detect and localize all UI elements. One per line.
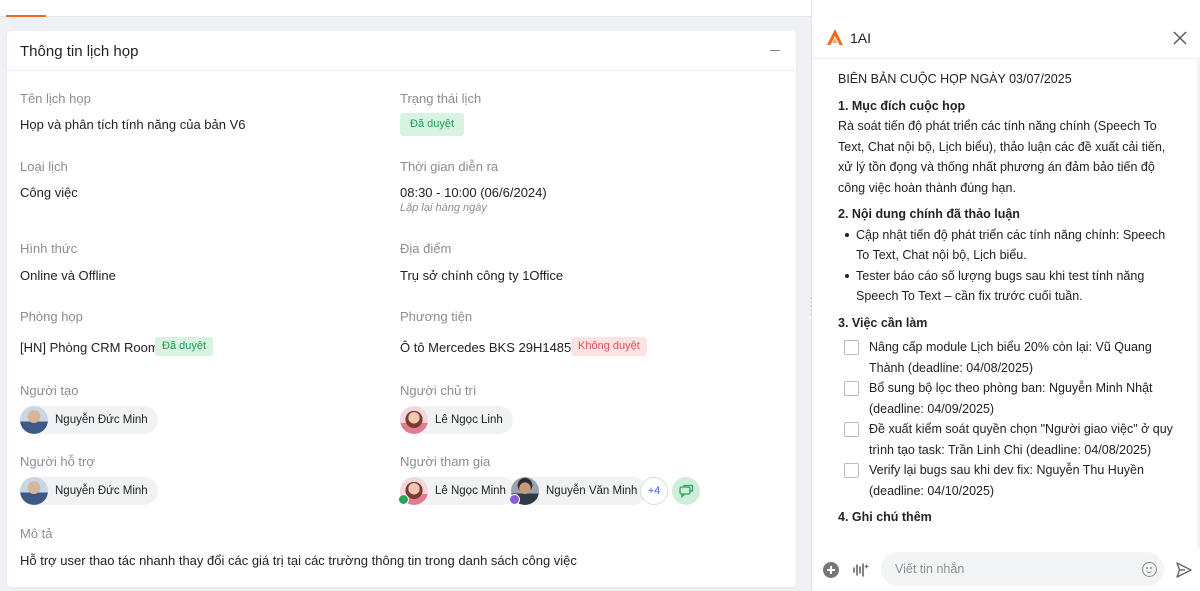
vehicle-status-badge: Không duyệt	[571, 337, 647, 356]
list-item: Tester báo cáo số lượng bugs sau khi tes…	[845, 266, 1178, 307]
todo-text: Đề xuất kiểm soát quyền chọn "Người giao…	[869, 422, 1173, 457]
todo-text: Bổ sung bộ lọc theo phòng ban: Nguyễn Mi…	[869, 381, 1153, 416]
section-title: 3. Việc cần làm	[838, 315, 928, 330]
person-name: Lê Ngọc Linh	[435, 414, 503, 426]
emoji-icon[interactable]	[1142, 562, 1157, 577]
repeat-note: Lặp lại hàng ngày	[400, 202, 487, 214]
avatar	[400, 406, 428, 434]
meeting-minutes: BIÊN BẢN CUỘC HỌP NGÀY 03/07/2025 1. Mục…	[838, 69, 1178, 528]
todo-checkbox[interactable]	[844, 381, 859, 396]
field-label-phuong-tien: Phương tiện	[400, 309, 473, 324]
todo-checkbox[interactable]	[844, 463, 859, 478]
minutes-title: BIÊN BẢN CUỘC HỌP NGÀY 03/07/2025	[838, 72, 1072, 86]
todo-item: Nâng cấp module Lịch biểu 20% còn lại: V…	[838, 337, 1178, 378]
active-tab-indicator	[6, 15, 46, 17]
field-value-dia-diem: Trụ sở chính công ty 1Office	[400, 268, 564, 283]
todo-checkbox[interactable]	[844, 422, 859, 437]
list-item: Cập nhật tiến độ phát triển các tính năn…	[845, 225, 1178, 266]
message-input[interactable]	[881, 552, 1164, 586]
room-status-badge: Đã duyệt	[155, 337, 214, 356]
field-value-hinh-thuc: Online và Offline	[20, 268, 116, 283]
accepted-status-icon	[398, 494, 409, 505]
section-title: 2. Nội dung chính đã thảo luận	[838, 207, 1020, 221]
discussion-list: Cập nhật tiến độ phát triển các tính năn…	[838, 225, 1178, 307]
section-title: 1. Mục đích cuộc họp	[838, 98, 966, 113]
card-header: Thông tin lịch họp	[7, 31, 796, 71]
todo-item: Đề xuất kiểm soát quyền chọn "Người giao…	[838, 419, 1178, 460]
field-value-thoi-gian: 08:30 - 10:00 (06/6/2024)	[400, 185, 547, 200]
more-participants-button[interactable]: +4	[640, 477, 668, 505]
field-label-trang-thai-lich: Trạng thái lịch	[400, 91, 482, 106]
ai-panel-header: 1AI	[812, 17, 1200, 59]
field-label-nguoi-chu-tri: Người chủ trì	[400, 383, 477, 398]
todo-text: Nâng cấp module Lịch biểu 20% còn lại: V…	[869, 340, 1152, 375]
field-value-mo-ta: Hỗ trợ user thao tác nhanh thay đổi các …	[20, 553, 577, 568]
ai-panel: 1AI BIÊN BẢN CUỘC HỌP NGÀY 03/07/2025 1.…	[812, 17, 1200, 591]
send-icon[interactable]	[1175, 561, 1193, 579]
person-chip-host[interactable]: Lê Ngọc Linh	[400, 406, 513, 434]
top-tab-bar	[0, 0, 811, 17]
meeting-info-card: Thông tin lịch họp Tên lịch họp Họp và p…	[7, 31, 796, 587]
person-chip-support[interactable]: Nguyễn Đức Minh	[20, 477, 158, 505]
field-label-nguoi-ho-tro: Người hỗ trợ	[20, 454, 95, 469]
ai-panel-title: 1AI	[850, 30, 872, 46]
close-icon[interactable]	[1172, 30, 1188, 46]
group-chat-button[interactable]	[672, 477, 700, 505]
pending-status-icon	[509, 494, 520, 505]
field-label-phong-hop: Phòng họp	[20, 309, 83, 324]
field-label-thoi-gian: Thời gian diễn ra	[400, 159, 499, 174]
chat-icon	[679, 484, 694, 499]
message-input-bar	[812, 548, 1200, 591]
collapse-button[interactable]	[770, 50, 780, 51]
1ai-logo-icon	[827, 29, 843, 45]
todo-checkbox[interactable]	[844, 340, 859, 355]
person-chip-creator[interactable]: Nguyễn Đức Minh	[20, 406, 158, 434]
person-name: Nguyễn Văn Minh	[546, 485, 638, 497]
status-badge-approved: Đã duyệt	[400, 113, 465, 136]
top-right-strip	[811, 0, 1200, 17]
field-label-loai-lich: Loại lịch	[20, 159, 68, 174]
section-title: 4. Ghi chú thêm	[838, 510, 932, 524]
field-label-nguoi-tao: Người tạo	[20, 383, 79, 398]
card-title: Thông tin lịch họp	[20, 43, 139, 60]
voice-icon[interactable]	[852, 562, 870, 578]
person-name: Nguyễn Đức Minh	[55, 414, 148, 426]
avatar	[20, 406, 48, 434]
participant-chip[interactable]: Nguyễn Văn Minh	[511, 477, 648, 505]
avatar	[20, 477, 48, 505]
todo-item: Verify lại bugs sau khi dev fix: Nguyễn …	[838, 460, 1178, 501]
field-value-ten-lich-hop: Họp và phân tích tính năng của bản V6	[20, 117, 246, 132]
todo-text: Verify lại bugs sau khi dev fix: Nguyễn …	[869, 463, 1144, 498]
field-label-dia-diem: Địa điểm	[400, 241, 452, 256]
field-value-loai-lich: Công việc	[20, 185, 78, 200]
person-name: Nguyễn Đức Minh	[55, 485, 148, 497]
field-label-nguoi-tham-gia: Người tham gia	[400, 454, 491, 469]
section-text: Rà soát tiến độ phát triển các tính năng…	[838, 119, 1166, 195]
participant-chip[interactable]: Lê Ngọc Minh	[400, 477, 516, 505]
plus-icon[interactable]	[823, 562, 839, 578]
field-label-mo-ta: Mô tả	[20, 526, 53, 541]
field-value-phong-hop: [HN] Phòng CRM Room	[20, 340, 159, 355]
field-label-hinh-thuc: Hình thức	[20, 241, 78, 256]
field-value-phuong-tien: Ô tô Mercedes BKS 29H14858	[400, 340, 579, 355]
field-label-ten-lich-hop: Tên lịch họp	[20, 91, 91, 106]
todo-item: Bổ sung bộ lọc theo phòng ban: Nguyễn Mi…	[838, 378, 1178, 419]
person-name: Lê Ngọc Minh	[435, 485, 506, 497]
